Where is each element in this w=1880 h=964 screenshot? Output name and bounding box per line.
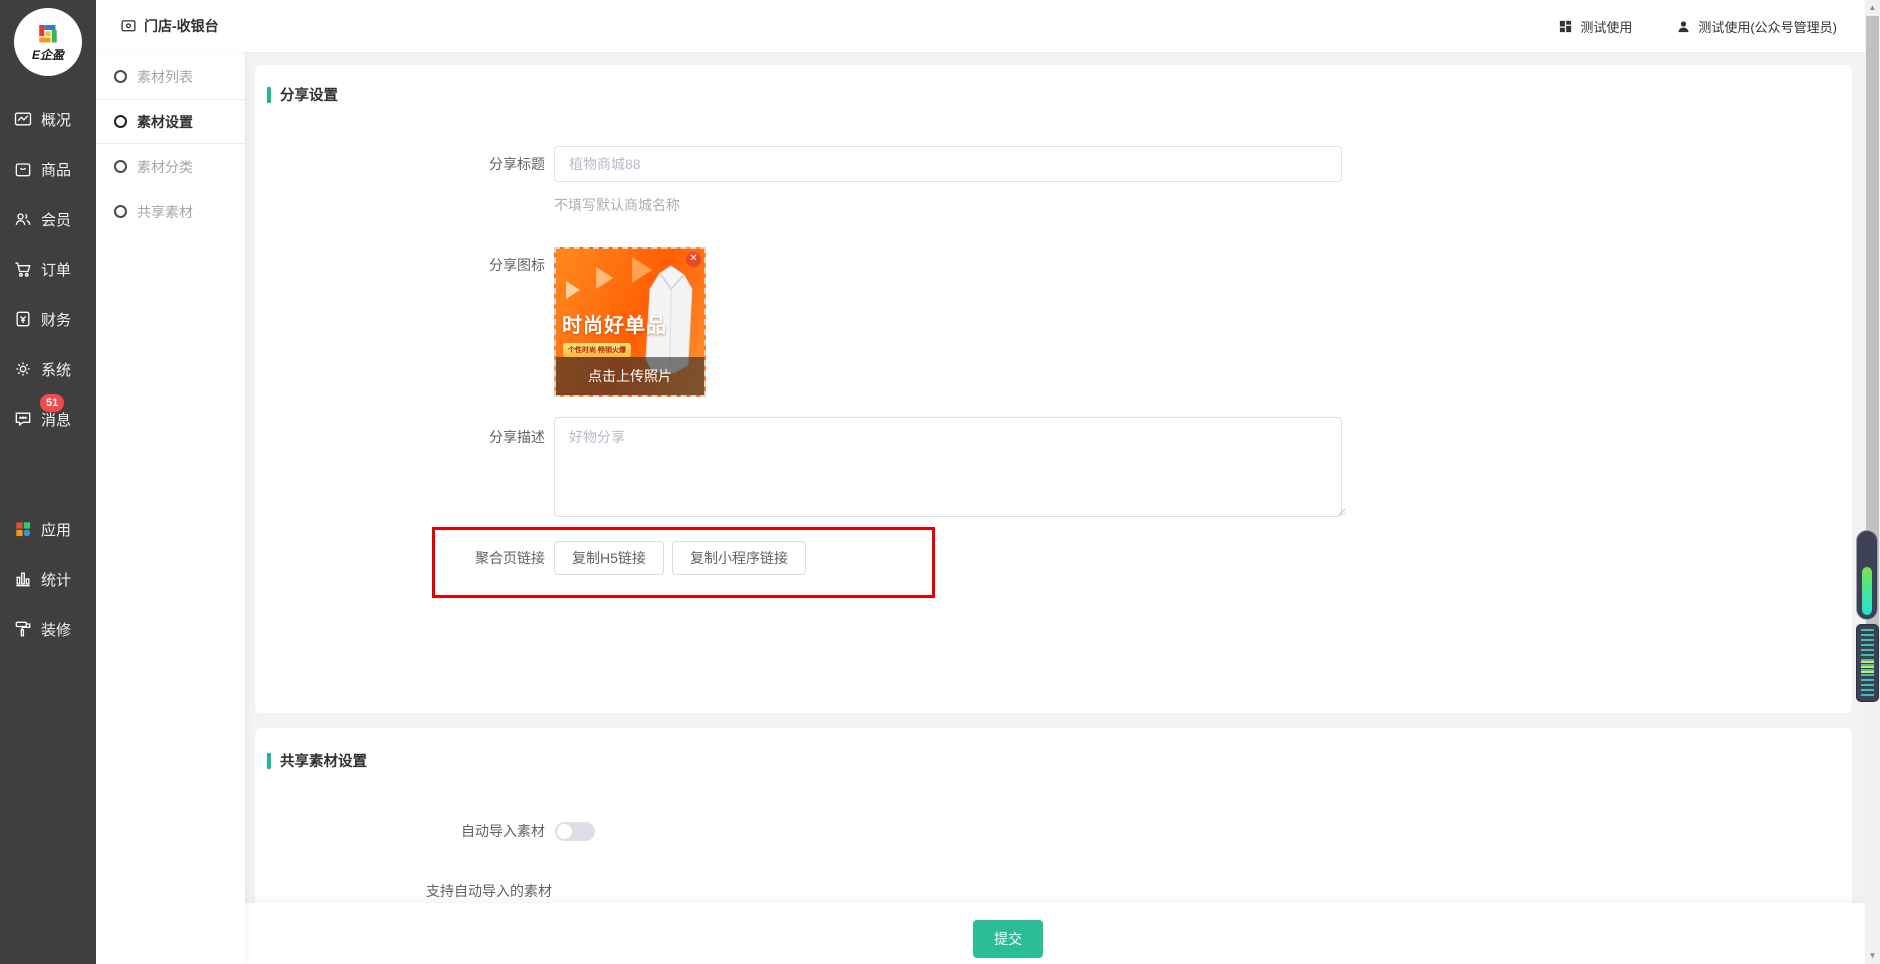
apps-grid-icon (13, 519, 33, 539)
support-auto-import-label: 支持自动导入的素材 (392, 881, 552, 901)
workspace-label: 测试使用 (1580, 17, 1632, 36)
share-desc-textarea[interactable] (554, 417, 1342, 517)
grid-icon (1558, 19, 1573, 34)
radio-circle-icon (114, 205, 127, 218)
sidebar-item-overview[interactable]: 概况 (0, 94, 96, 144)
user-icon (1676, 19, 1691, 34)
submenu-item-shared-material[interactable]: 共享素材 (96, 189, 245, 234)
primary-sidebar: E企盈 概况 商品 会员 订单 财务 系统 消息 51 (0, 0, 96, 964)
copy-miniprogram-link-button[interactable]: 复制小程序链接 (672, 541, 806, 575)
share-settings-heading: 分享设置 (267, 84, 338, 105)
green-accent-bar (267, 87, 271, 103)
cart-icon (13, 259, 33, 279)
sidebar-item-label: 订单 (41, 259, 71, 280)
share-title-hint: 不填写默认商城名称 (554, 195, 680, 215)
sidebar-spacer (0, 444, 96, 504)
radio-circle-icon (114, 70, 127, 83)
header-right: 测试使用 测试使用(公众号管理员) (1558, 17, 1837, 36)
bottom-action-bar: 提交 (245, 903, 1865, 964)
submenu-item-label: 素材设置 (137, 112, 193, 132)
section-title-text: 分享设置 (280, 84, 338, 105)
sidebar-item-label: 财务 (41, 309, 71, 330)
page-title-text: 门店-收银台 (144, 16, 219, 36)
sidebar-item-label: 商品 (41, 159, 71, 180)
sidebar-item-label: 概况 (41, 109, 71, 130)
equalizer-widget (1856, 624, 1879, 702)
share-icon-label: 分享图标 (385, 255, 545, 275)
arrow-decoration-icon (596, 267, 613, 289)
sidebar-item-decorate[interactable]: 装修 (0, 604, 96, 654)
logo-text: E企盈 (32, 46, 64, 63)
sidebar-item-label: 统计 (41, 569, 71, 590)
main-content: 分享设置 分享标题 不填写默认商城名称 分享图标 时尚好单品 个性时尚 畅销火爆… (245, 52, 1865, 964)
sidebar-item-apps[interactable]: 应用 (0, 504, 96, 554)
copy-h5-link-button[interactable]: 复制H5链接 (554, 541, 664, 575)
sidebar-item-goods[interactable]: 商品 (0, 144, 96, 194)
sidebar-item-label: 会员 (41, 209, 71, 230)
auto-import-toggle[interactable] (555, 822, 595, 841)
submenu-item-material-category[interactable]: 素材分类 (96, 144, 245, 189)
sidebar-item-stats[interactable]: 统计 (0, 554, 96, 604)
workspace-switcher[interactable]: 测试使用 (1558, 17, 1632, 36)
secondary-sidebar: 素材列表 素材设置 素材分类 共享素材 (96, 52, 245, 964)
user-menu[interactable]: 测试使用(公众号管理员) (1676, 17, 1837, 36)
submit-button[interactable]: 提交 (973, 920, 1043, 958)
shared-material-heading: 共享素材设置 (267, 750, 367, 771)
submenu-item-material-settings[interactable]: 素材设置 (96, 99, 245, 144)
green-accent-bar (267, 753, 271, 769)
scroll-down-arrow-icon[interactable]: ▼ (1865, 949, 1880, 963)
page-title: 门店-收银台 (120, 16, 219, 36)
aggregate-link-label: 聚合页链接 (385, 548, 545, 568)
share-title-label: 分享标题 (385, 154, 545, 174)
section-title-text: 共享素材设置 (280, 750, 367, 771)
goods-icon (13, 159, 33, 179)
remove-image-button[interactable]: ✕ (686, 252, 701, 267)
members-icon (13, 209, 33, 229)
bar-chart-icon (13, 569, 33, 589)
paint-roller-icon (13, 619, 33, 639)
level-meter-widget (1856, 530, 1878, 620)
cashier-screen-icon (120, 18, 137, 35)
upload-photo-overlay[interactable]: 点击上传照片 (556, 357, 704, 395)
meter-stripes-highlight (1861, 661, 1874, 675)
overview-chart-icon (13, 109, 33, 129)
sidebar-item-messages[interactable]: 消息 51 (0, 394, 96, 444)
scroll-up-arrow-icon[interactable]: ▲ (1865, 1, 1880, 15)
radio-circle-icon (114, 160, 127, 173)
radio-circle-icon (114, 115, 127, 128)
sidebar-item-members[interactable]: 会员 (0, 194, 96, 244)
share-image-badge: 个性时尚 畅销火爆 (563, 343, 631, 357)
share-title-input[interactable] (554, 146, 1342, 182)
meter-fill (1862, 567, 1872, 615)
submenu-item-label: 素材分类 (137, 157, 193, 177)
sidebar-item-finance[interactable]: 财务 (0, 294, 96, 344)
gear-icon (13, 359, 33, 379)
toggle-knob (557, 824, 572, 839)
submenu-item-label: 共享素材 (137, 202, 193, 222)
auto-import-label: 自动导入素材 (385, 821, 545, 841)
message-count-badge: 51 (40, 394, 64, 412)
share-image-headline: 时尚好单品 (562, 309, 667, 338)
scrollbar[interactable]: ▲ ▼ (1865, 0, 1880, 964)
submenu-item-material-list[interactable]: 素材列表 (96, 54, 245, 99)
share-desc-label: 分享描述 (385, 427, 545, 447)
sidebar-item-label: 系统 (41, 359, 71, 380)
finance-icon (13, 309, 33, 329)
logo-mark-icon (33, 22, 63, 48)
message-bubble-icon (13, 409, 33, 429)
sidebar-item-label: 应用 (41, 519, 71, 540)
share-settings-card: 分享设置 分享标题 不填写默认商城名称 分享图标 时尚好单品 个性时尚 畅销火爆… (255, 65, 1852, 713)
user-label: 测试使用(公众号管理员) (1698, 17, 1837, 36)
top-header: 门店-收银台 测试使用 测试使用(公众号管理员) (96, 0, 1865, 52)
sidebar-item-orders[interactable]: 订单 (0, 244, 96, 294)
app-logo: E企盈 (14, 8, 82, 76)
submenu-item-label: 素材列表 (137, 67, 193, 87)
sidebar-item-system[interactable]: 系统 (0, 344, 96, 394)
arrow-decoration-icon (566, 281, 580, 299)
sidebar-item-label: 装修 (41, 619, 71, 640)
share-icon-upload[interactable]: 时尚好单品 个性时尚 畅销火爆 点击上传照片 ✕ (554, 247, 706, 397)
